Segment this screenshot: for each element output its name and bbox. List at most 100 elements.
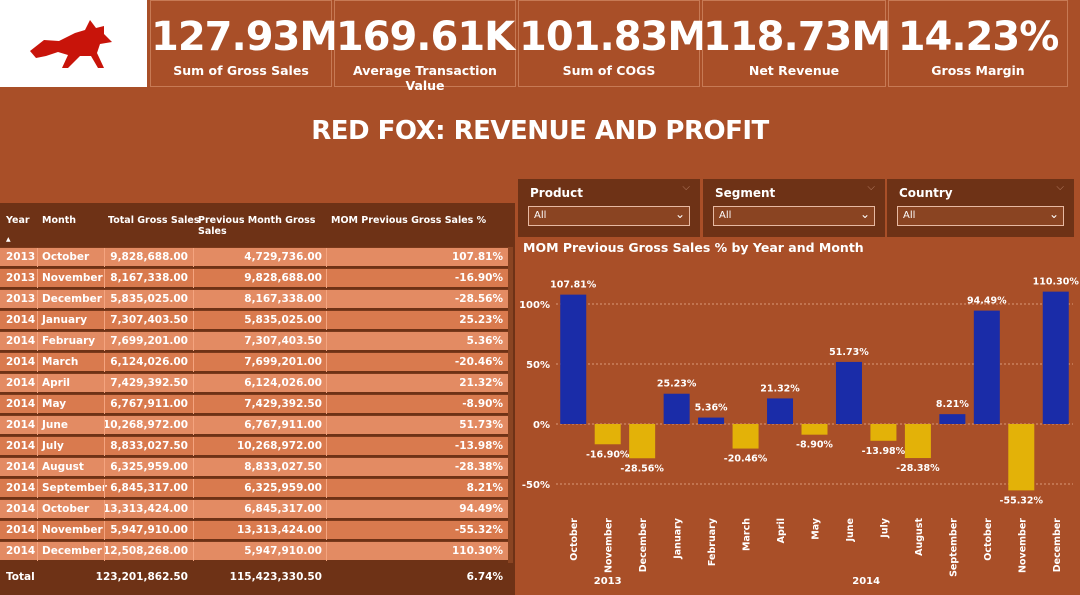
mom-bar-chart[interactable]: 100% 50% 0% -50% 107.81% October -16.90% Novemb… xyxy=(518,237,1080,595)
kpi-value: 169.61K xyxy=(335,14,515,60)
cell-month: May xyxy=(42,398,67,410)
cell-mom-pct: -28.38% xyxy=(454,461,503,473)
table-row[interactable]: 2014 June 10,268,972.00 6,767,911.00 51.73% xyxy=(0,415,508,435)
slicer-title: Country xyxy=(899,186,953,200)
table-row[interactable]: 2014 July 8,833,027.50 10,268,972.00 -13.98% xyxy=(0,436,508,456)
cell-month: September xyxy=(42,482,108,494)
cell-previous-gross-sales: 10,268,972.00 xyxy=(236,440,322,452)
table-row[interactable]: 2014 February 7,699,201.00 7,307,403.50 5.36… xyxy=(0,331,508,351)
kpi-card-net-revenue[interactable]: 118.73M Net Revenue xyxy=(702,0,891,87)
cell-divider xyxy=(326,395,327,414)
cell-previous-gross-sales: 8,167,338.00 xyxy=(244,293,322,305)
bar[interactable] xyxy=(594,424,621,445)
table-row[interactable]: 2013 November 8,167,338.00 9,828,688.00 -16.… xyxy=(0,268,508,288)
y-tick-label: 100% xyxy=(519,300,550,311)
cell-mom-pct: 107.81% xyxy=(451,251,503,263)
kpi-card-gross-margin[interactable]: 14.23% Gross Margin xyxy=(888,0,1068,87)
kpi-card-gross-sales[interactable]: 127.93M Sum of Gross Sales xyxy=(150,0,339,87)
cell-total-gross-sales: 9,828,688.00 xyxy=(110,251,188,263)
bar[interactable] xyxy=(560,294,587,424)
cell-previous-gross-sales: 4,729,736.00 xyxy=(244,251,322,263)
cell-divider xyxy=(37,248,38,267)
bar[interactable] xyxy=(629,424,656,459)
cell-divider xyxy=(326,458,327,477)
x-tick-label: August xyxy=(914,518,925,556)
slicer-segment: Segment ⌵ All ⌄ xyxy=(703,179,885,237)
bar[interactable] xyxy=(732,424,759,449)
chevron-down-icon[interactable]: ⌵ xyxy=(682,182,690,193)
chevron-down-icon[interactable]: ⌵ xyxy=(867,182,875,193)
cell-divider xyxy=(193,374,194,393)
x-tick-label: December xyxy=(1052,518,1063,573)
column-header-total-gross-sales[interactable]: Total Gross Sales xyxy=(108,215,200,226)
column-header-mom-previous-gross-sales-pct[interactable]: MOM Previous Gross Sales % xyxy=(331,215,486,226)
data-label: 8.21% xyxy=(936,399,969,410)
cell-month: June xyxy=(42,419,68,431)
product-dropdown[interactable]: All ⌄ xyxy=(528,206,690,226)
segment-dropdown[interactable]: All ⌄ xyxy=(713,206,875,226)
bar[interactable] xyxy=(1008,424,1035,491)
cell-mom-pct: -55.32% xyxy=(454,524,503,536)
table-row[interactable]: 2013 December 5,835,025.00 8,167,338.00 -28.… xyxy=(0,289,508,309)
cell-previous-gross-sales: 6,767,911.00 xyxy=(244,419,322,431)
table-row[interactable]: 2014 May 6,767,911.00 7,429,392.50 -8.90% xyxy=(0,394,508,414)
table-row[interactable]: 2014 March 6,124,026.00 7,699,201.00 -20.46% xyxy=(0,352,508,372)
cell-divider xyxy=(104,395,105,414)
table-row[interactable]: 2014 January 7,307,403.50 5,835,025.00 25.23… xyxy=(0,310,508,330)
table-row[interactable]: 2014 December 12,508,268.00 5,947,910.00 110… xyxy=(0,541,508,561)
bar[interactable] xyxy=(939,414,966,424)
total-label: Total xyxy=(6,571,35,583)
column-header-year[interactable]: Year xyxy=(6,215,30,226)
bar[interactable] xyxy=(870,424,897,441)
cell-year: 2014 xyxy=(6,419,36,431)
cell-month: October xyxy=(42,251,90,263)
chevron-down-icon[interactable]: ⌵ xyxy=(1056,182,1064,193)
kpi-card-cogs[interactable]: 101.83M Sum of COGS xyxy=(518,0,707,87)
chevron-down-icon[interactable]: ⌄ xyxy=(1049,207,1059,221)
table-row[interactable]: 2014 September 6,845,317.00 6,325,959.00 8.2… xyxy=(0,478,508,498)
bar[interactable] xyxy=(801,424,828,435)
cell-divider xyxy=(104,353,105,372)
x-tick-label: April xyxy=(776,518,787,543)
column-header-month[interactable]: Month xyxy=(42,215,76,226)
chevron-down-icon[interactable]: ⌄ xyxy=(675,207,685,221)
table-scrollbar[interactable] xyxy=(508,247,513,563)
kpi-value: 118.73M xyxy=(703,14,891,60)
cell-divider xyxy=(37,479,38,498)
table-row[interactable]: 2013 October 9,828,688.00 4,729,736.00 107.8… xyxy=(0,247,508,267)
cell-mom-pct: -13.98% xyxy=(454,440,503,452)
cell-divider xyxy=(104,311,105,330)
cell-divider xyxy=(104,416,105,435)
cell-divider xyxy=(104,458,105,477)
cell-mom-pct: 110.30% xyxy=(451,545,503,557)
bar[interactable] xyxy=(904,424,931,459)
bar[interactable] xyxy=(1042,291,1069,424)
table-row[interactable]: 2014 April 7,429,392.50 6,124,026.00 21.32% xyxy=(0,373,508,393)
y-tick-label: 0% xyxy=(533,420,550,431)
cell-divider xyxy=(193,521,194,540)
chevron-down-icon[interactable]: ⌄ xyxy=(860,207,870,221)
bar[interactable] xyxy=(973,310,1000,424)
table-row[interactable]: 2014 October 13,313,424.00 6,845,317.00 94.4… xyxy=(0,499,508,519)
kpi-card-avg-transaction[interactable]: 169.61K Average Transaction Value xyxy=(334,0,516,93)
country-dropdown[interactable]: All ⌄ xyxy=(897,206,1064,226)
data-label: -13.98% xyxy=(862,446,906,457)
cell-divider xyxy=(193,269,194,288)
bar[interactable] xyxy=(835,361,862,424)
bar[interactable] xyxy=(767,398,794,424)
column-header-previous-month-gross-sales[interactable]: Previous Month Gross Sales xyxy=(198,215,318,237)
cell-divider xyxy=(104,542,105,561)
total-previous-gross-sales: 115,423,330.50 xyxy=(229,571,322,583)
sort-ascending-icon[interactable]: ▲ xyxy=(6,236,11,243)
table-row[interactable]: 2014 August 6,325,959.00 8,833,027.50 -28.38… xyxy=(0,457,508,477)
table-row[interactable]: 2014 November 5,947,910.00 13,313,424.00 -55… xyxy=(0,520,508,540)
cell-total-gross-sales: 13,313,424.00 xyxy=(102,503,188,515)
sales-table[interactable]: Year Month Total Gross Sales Previous Mo… xyxy=(0,203,515,595)
cell-divider xyxy=(37,521,38,540)
cell-divider xyxy=(193,437,194,456)
bar[interactable] xyxy=(698,417,725,424)
x-tick-label: November xyxy=(604,518,615,573)
bar[interactable] xyxy=(663,393,690,424)
cell-divider xyxy=(193,395,194,414)
cell-divider xyxy=(193,332,194,351)
